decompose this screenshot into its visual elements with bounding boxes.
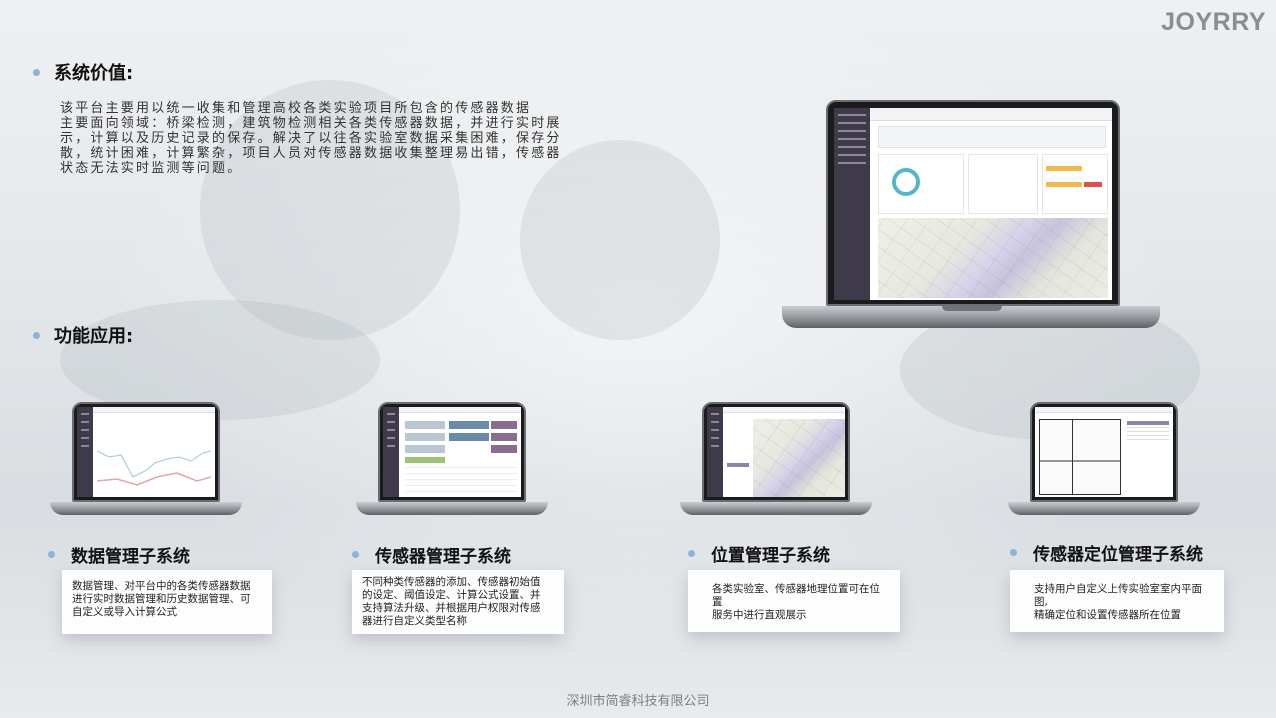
intro-line: 状态无法实时监测等问题。 [60,161,243,176]
desc-line: 器进行自定义类型名称 [362,615,467,627]
module-title-text: 数据管理子系统 [71,547,190,567]
module-title-data-management: 数据管理子系统 [48,542,190,567]
desc-line: 各类实验室、传感器地理位置可在位置 [712,583,880,608]
desc-line: 进行实时数据管理和历史数据管理、可 [72,593,251,605]
intro-line: 该平台主要用以统一收集和管理高校各类实验项目所包含的传感器数据 [60,101,532,116]
desc-line: 服务中进行直观展示 [712,609,807,621]
laptop-sensor-management-image [356,402,548,518]
desc-line: 精确定位和设置传感器所在位置 [1034,609,1181,621]
module-desc-location-management: 各类实验室、传感器地理位置可在位置 服务中进行直观展示 [688,570,900,632]
desc-line: 数据管理、对平台中的各类传感器数据 [72,580,251,592]
intro-text: 该平台主要用以统一收集和管理高校各类实验项目所包含的传感器数据 主要面向领域：桥… [60,101,632,176]
brand-logo: JOYRRY [1161,8,1266,36]
module-desc-data-management: 数据管理、对平台中的各类传感器数据 进行实时数据管理和历史数据管理、可 自定义或… [62,570,272,634]
bullet-icon [1010,549,1017,556]
bullet-icon [48,551,55,558]
section-apps-title: 功能应用: [54,326,134,347]
bullet-icon [352,551,359,558]
main-laptop-image [782,100,1160,332]
module-title-sensor-positioning: 传感器定位管理子系统 [1010,540,1203,565]
module-title-sensor-management: 传感器管理子系统 [352,542,511,567]
desc-line: 不同种类传感器的添加、传感器初始值 [362,576,541,588]
bullet-icon [33,68,40,76]
module-title-location-management: 位置管理子系统 [688,541,830,566]
desc-line: 的设定、阈值设定、计算公式设置、并 [362,589,541,601]
module-title-text: 传感器定位管理子系统 [1033,545,1203,565]
bullet-icon [33,331,40,339]
intro-line: 示，计算以及历史记录的保存。解决了以往各实验室数据采集困难，保存分 [60,131,562,146]
desc-line: 支持用户自定义上传实验室室内平面图, [1034,583,1202,608]
section-value-title: 系统价值: [54,63,134,84]
module-title-text: 传感器管理子系统 [375,547,511,567]
desc-line: 自定义或导入计算公式 [72,606,177,618]
intro-line: 散，统计困难，计算繁杂，项目人员对传感器数据收集整理易出错，传感器 [60,146,562,161]
footer-company: 深圳市简睿科技有限公司 [566,694,710,709]
section-value-heading: 系统价值: [33,59,133,85]
section-apps-heading: 功能应用: [33,322,133,348]
intro-line: 主要面向领域：桥梁检测，建筑物检测相关各类传感器数据，并进行实时展 [60,116,562,131]
laptop-data-management-image [50,402,242,518]
module-desc-sensor-management: 不同种类传感器的添加、传感器初始值 的设定、阈值设定、计算公式设置、并 支持算法… [352,570,564,634]
module-desc-sensor-positioning: 支持用户自定义上传实验室室内平面图, 精确定位和设置传感器所在位置 [1010,570,1224,632]
bullet-icon [688,550,695,557]
desc-line: 支持算法升级、并根据用户权限对传感 [362,602,541,614]
module-title-text: 位置管理子系统 [711,546,830,566]
laptop-location-management-image [680,402,872,518]
laptop-sensor-positioning-image [1008,402,1200,518]
